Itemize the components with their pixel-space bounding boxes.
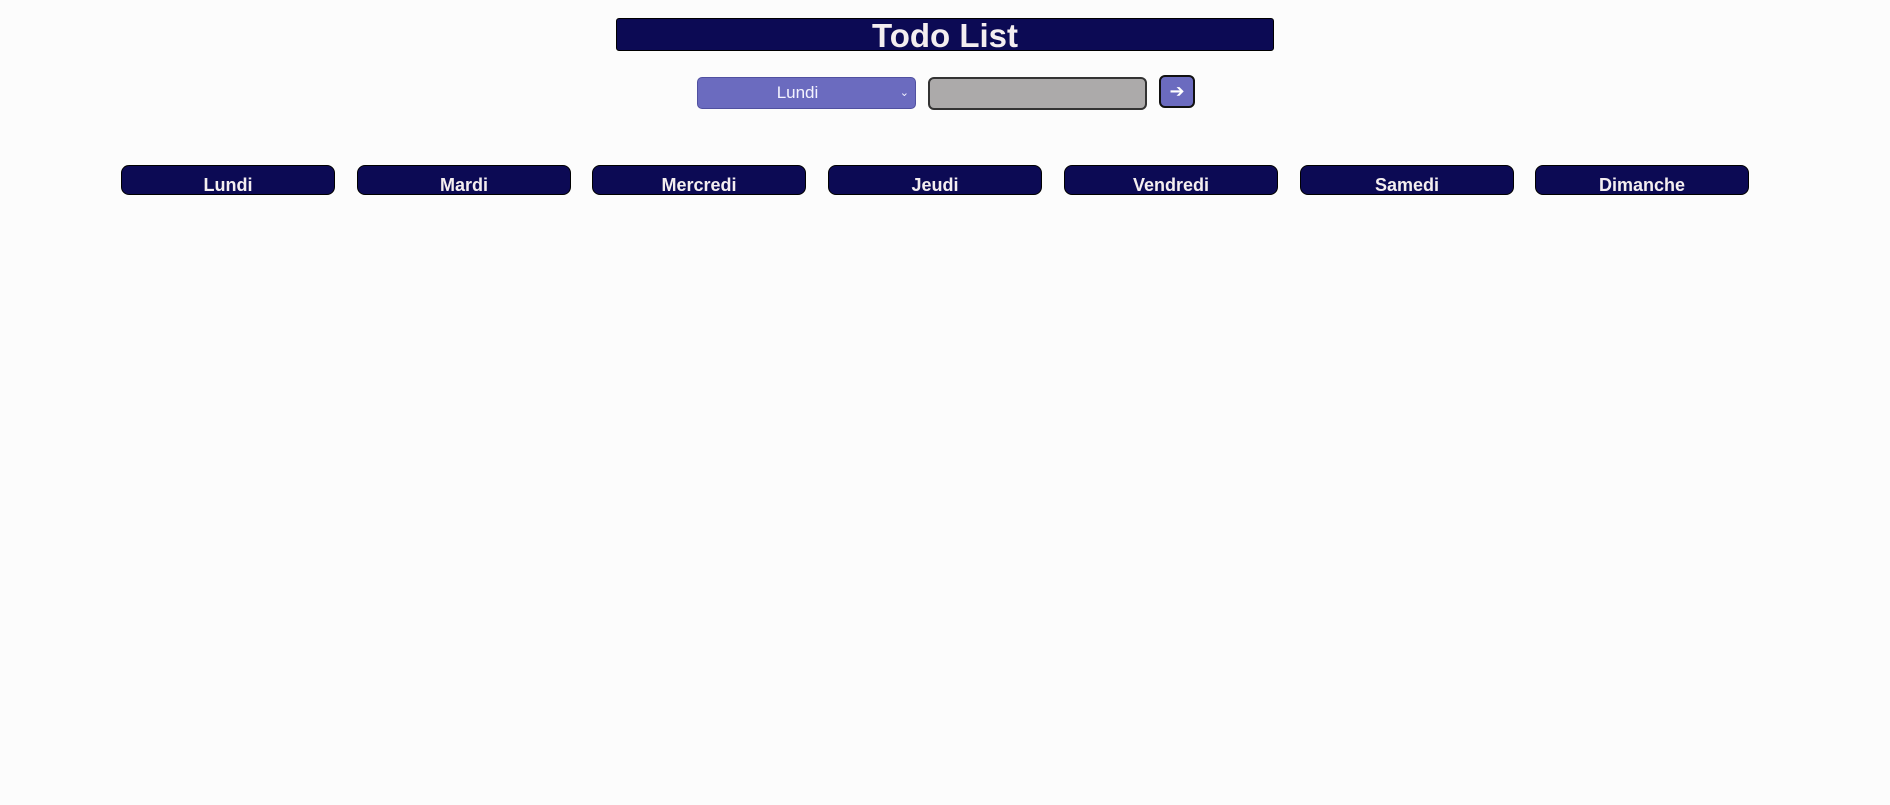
chevron-down-icon: ⌄ [899, 87, 909, 99]
day-button-lundi[interactable]: Lundi [121, 165, 335, 195]
day-buttons: Lundi Mardi Mercredi Jeudi Vendredi Same… [0, 165, 1890, 195]
add-task-button[interactable]: ➔ [1159, 75, 1195, 108]
day-button-vendredi[interactable]: Vendredi [1064, 165, 1278, 195]
day-button-mercredi[interactable]: Mercredi [592, 165, 806, 195]
add-task-form: Lundi ⌄ ➔ [0, 75, 1890, 111]
day-select-value: Lundi [776, 83, 819, 102]
todo-page: Todo List Lundi ⌄ ➔ Lundi Mardi Mercredi… [0, 0, 1890, 805]
day-button-samedi[interactable]: Samedi [1300, 165, 1514, 195]
day-select[interactable]: Lundi ⌄ [697, 77, 916, 109]
page-title: Todo List [616, 18, 1274, 52]
day-button-dimanche[interactable]: Dimanche [1535, 165, 1749, 195]
day-button-mardi[interactable]: Mardi [357, 165, 571, 195]
task-input[interactable] [928, 77, 1147, 110]
day-button-jeudi[interactable]: Jeudi [828, 165, 1042, 195]
arrow-right-icon: ➔ [1169, 80, 1185, 102]
